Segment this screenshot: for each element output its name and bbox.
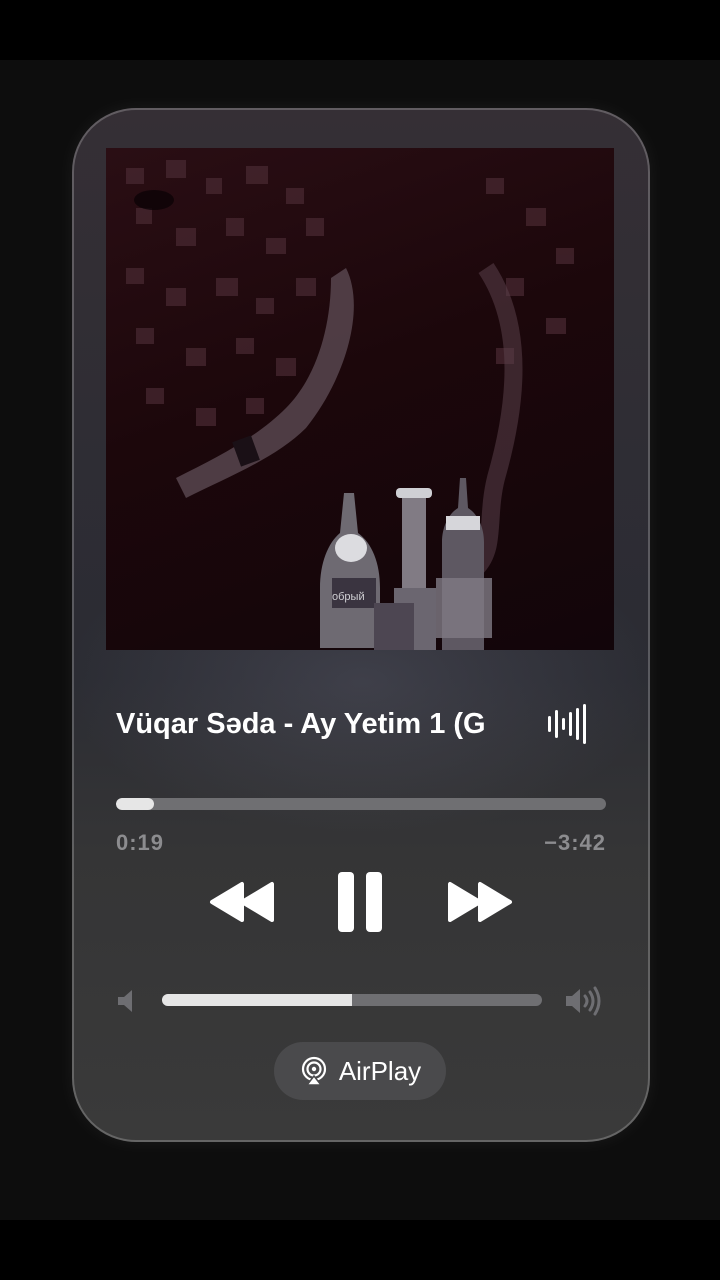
playback-controls — [72, 870, 650, 934]
album-artwork: обрый — [106, 148, 614, 650]
waveform-icon[interactable] — [548, 704, 590, 744]
rewind-icon[interactable] — [208, 870, 278, 934]
volume-fill — [162, 994, 352, 1006]
volume-slider[interactable] — [162, 994, 542, 1006]
progress-fill — [116, 798, 155, 810]
now-playing-card: обрый Vüqar Səda - Ay Yetim 1 (G 0:19 −3… — [72, 108, 650, 1142]
pause-icon[interactable] — [336, 870, 386, 934]
fast-forward-icon[interactable] — [444, 870, 514, 934]
artwork-image: обрый — [126, 160, 574, 650]
track-title: Vüqar Səda - Ay Yetim 1 (G — [116, 708, 486, 740]
track-title-row: Vüqar Səda - Ay Yetim 1 (G — [116, 704, 606, 744]
bottle-label: обрый — [332, 591, 365, 603]
elapsed-time: 0:19 — [116, 830, 165, 855]
speaker-high-icon[interactable] — [564, 986, 606, 1016]
airplay-icon — [301, 1056, 326, 1086]
airplay-button[interactable]: AirPlay — [274, 1042, 446, 1100]
progress-bar[interactable] — [116, 798, 606, 810]
airplay-label: AirPlay — [338, 1055, 422, 1086]
speaker-low-icon[interactable] — [116, 988, 138, 1014]
remaining-time: −3:42 — [544, 830, 606, 855]
